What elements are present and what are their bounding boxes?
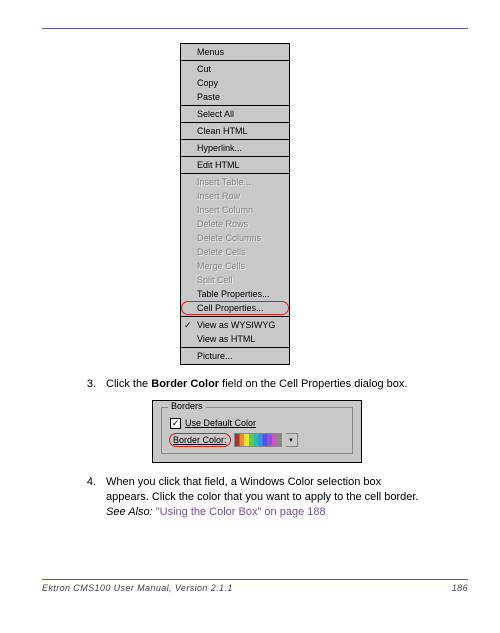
see-also-label: See Also: [106, 506, 153, 518]
menu-item: Insert Row [181, 189, 289, 203]
menu-item: Delete Rows [181, 217, 289, 231]
see-also-link[interactable]: "Using the Color Box" on page 188 [156, 506, 326, 518]
menu-item[interactable]: View as HTML [181, 332, 289, 346]
menu-item[interactable]: View as WYSIWYG [181, 318, 289, 332]
header-rule [42, 28, 468, 29]
menu-item[interactable]: Edit HTML [181, 158, 289, 172]
menu-item: Delete Cells [181, 245, 289, 259]
borders-groupbox: Borders ✓ Use Default Color Border Color… [161, 407, 353, 454]
step-text: Click the Border Color field on the Cell… [106, 377, 407, 392]
step-number: 4. [82, 475, 96, 520]
context-menu: Menus Cut Copy Paste Select All Clean HT… [180, 43, 290, 365]
menu-item[interactable]: Menus [181, 45, 289, 59]
footer-rule [42, 579, 468, 580]
footer-title: Ektron CMS100 User Manual, Version 2.1.1 [42, 583, 233, 593]
groupbox-legend: Borders [168, 401, 206, 411]
step-number: 3. [82, 377, 96, 392]
page-number: 186 [452, 583, 468, 593]
color-swatch[interactable] [234, 433, 282, 447]
menu-item[interactable]: Table Properties... [181, 287, 289, 301]
borders-dialog: Borders ✓ Use Default Color Border Color… [152, 400, 362, 463]
menu-item[interactable]: Hyperlink... [181, 141, 289, 155]
use-default-color-row[interactable]: ✓ Use Default Color [168, 418, 346, 429]
menu-item[interactable]: Select All [181, 107, 289, 121]
menu-item[interactable]: Paste [181, 90, 289, 104]
border-color-label: Border Color: [170, 434, 230, 446]
menu-item: Insert Column [181, 203, 289, 217]
menu-item[interactable]: Clean HTML [181, 124, 289, 138]
menu-item: Delete Columns [181, 231, 289, 245]
menu-item: Split Cell [181, 273, 289, 287]
menu-item[interactable]: Picture... [181, 349, 289, 363]
checkbox-label: Use Default Color [185, 418, 256, 428]
step-3: 3. Click the Border Color field on the C… [82, 377, 468, 392]
menu-item: Merge Cells [181, 259, 289, 273]
chevron-down-icon[interactable]: ▾ [286, 433, 298, 447]
checkbox-icon[interactable]: ✓ [170, 418, 181, 429]
step-text: When you click that field, a Windows Col… [106, 475, 426, 520]
menu-item[interactable]: Copy [181, 76, 289, 90]
step-4: 4. When you click that field, a Windows … [82, 475, 468, 520]
menu-item[interactable]: Cut [181, 62, 289, 76]
menu-item: Insert Table... [181, 175, 289, 189]
menu-item-cell-properties[interactable]: Cell Properties... [181, 301, 289, 315]
page-footer: Ektron CMS100 User Manual, Version 2.1.1… [42, 583, 468, 593]
border-color-row: Border Color: ▾ [168, 433, 346, 447]
